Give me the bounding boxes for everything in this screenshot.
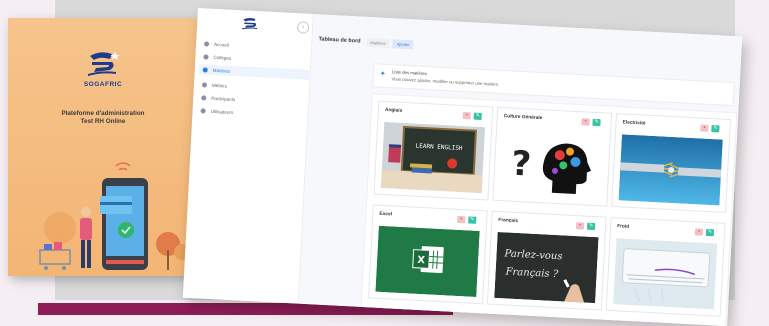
svg-text:?: ?: [510, 144, 532, 185]
learn-english-chalkboard-image: LEARN ENGLISH: [380, 121, 486, 194]
pencil-icon[interactable]: ✎: [592, 118, 601, 127]
main-content: Tableau de bord Matières Ajouter ✦ Liste…: [298, 14, 743, 326]
brochure-cover: SOGAFRIC Plateforme d'administration Tes…: [8, 18, 198, 276]
excel-logo-image: X: [375, 225, 480, 297]
pencil-icon[interactable]: ✎: [705, 228, 715, 237]
collapse-sidebar-button[interactable]: ‹: [296, 21, 310, 34]
card-title: Culture Générale: [503, 114, 543, 122]
brochure-title: Plateforme d'administration Test RH Onli…: [8, 110, 198, 126]
trash-icon[interactable]: ▪: [457, 215, 466, 224]
crumb-ajouter[interactable]: Ajouter: [392, 38, 414, 49]
svg-text:X: X: [417, 255, 426, 266]
sidebar-item-label: Matières: [212, 67, 231, 74]
sidebar-item-label: Participants: [211, 95, 236, 102]
sidebar-item-label: Accueil: [214, 41, 230, 48]
air-conditioner-image: [613, 238, 718, 310]
pin-icon: ✦: [379, 70, 386, 78]
brochure-title-line2: Test RH Online: [80, 118, 126, 125]
mobile-payment-illustration: [39, 162, 190, 270]
brochure-title-line1: Plateforme d'administration: [61, 110, 145, 117]
pencil-icon[interactable]: ✎: [586, 222, 596, 231]
sogafric-logo-icon: [88, 52, 120, 76]
sidebar-item-matieres[interactable]: Matières: [198, 64, 311, 80]
electric-cable-image: [618, 134, 723, 206]
head-gears-question-mark-image: ?: [499, 128, 604, 200]
trash-icon[interactable]: ▪: [700, 124, 709, 132]
brand-name: SOGAFRIC: [83, 81, 123, 88]
pencil-icon[interactable]: ✎: [473, 112, 482, 120]
info-heading: Liste des matières: [391, 69, 427, 77]
sidebar-item-label: Utilisateurs: [210, 108, 234, 115]
subject-card-froid[interactable]: Froid ▪ ✎: [605, 216, 726, 317]
card-title: Français: [498, 218, 519, 225]
home-icon: [204, 40, 210, 47]
briefcase-icon: [201, 81, 208, 88]
book-icon: [202, 66, 208, 73]
subject-card-excel[interactable]: Excel ▪ ✎ X: [368, 204, 488, 305]
sidebar-item-utilisateurs[interactable]: Utilisateurs: [200, 105, 300, 120]
card-title: Anglais: [384, 107, 403, 114]
subjects-grid: Anglais ▪ ✎ LEARN ENGLISH Culture Généra…: [360, 93, 738, 326]
trash-icon[interactable]: ▪: [694, 228, 704, 236]
card-title: Electricité: [622, 120, 646, 127]
pencil-icon[interactable]: ✎: [468, 216, 477, 224]
crumb-matieres[interactable]: Matières: [366, 37, 391, 48]
parlez-vous-francais-chalkboard-image: Parlez-vous Français ?: [494, 231, 599, 304]
subject-card-anglais[interactable]: Anglais ▪ ✎ LEARN ENGLISH: [373, 100, 494, 201]
subject-card-culture-generale[interactable]: Culture Générale ▪ ✎ ?: [492, 106, 613, 207]
subject-card-francais[interactable]: Français ▪ ✎ Parlez-vous Français ?: [486, 210, 607, 311]
page-title: Tableau de bord: [318, 36, 361, 45]
trash-icon[interactable]: ▪: [581, 118, 590, 126]
info-description: Vous pouvez ajouter, modifier ou supprim…: [391, 76, 500, 87]
trash-icon[interactable]: ▪: [575, 222, 585, 230]
card-title: Froid: [616, 224, 630, 230]
user-icon: [200, 107, 206, 114]
sidebar-item-label: Métiers: [211, 82, 228, 89]
card-title: Excel: [379, 211, 393, 218]
trash-icon[interactable]: ▪: [462, 112, 471, 120]
dashboard-window: ‹ Accueil Collèges Matières Métiers Part…: [182, 8, 743, 326]
sidebar-item-label: Collèges: [213, 54, 232, 61]
subject-card-electricite[interactable]: Electricité ▪ ✎: [611, 113, 731, 213]
sidebar: ‹ Accueil Collèges Matières Métiers Part…: [182, 8, 314, 304]
building-icon: [203, 53, 209, 60]
sidebar-logo-icon[interactable]: [241, 16, 260, 31]
pencil-icon[interactable]: ✎: [711, 125, 720, 133]
users-icon: [201, 94, 207, 101]
